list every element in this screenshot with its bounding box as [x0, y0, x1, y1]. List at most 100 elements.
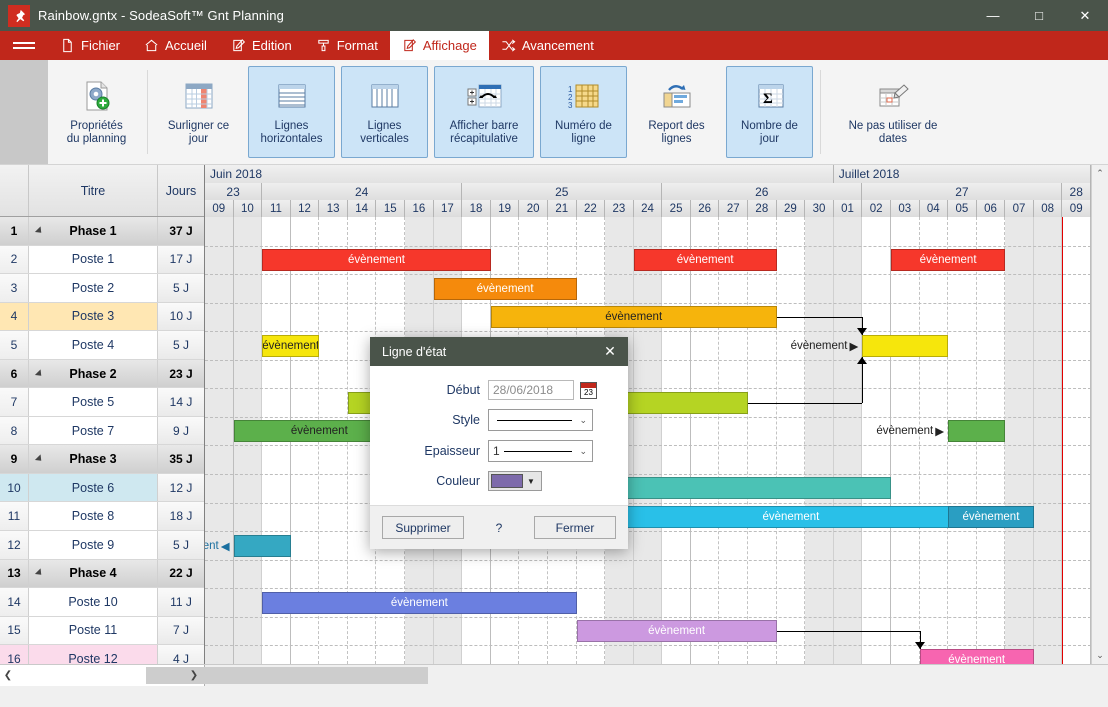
row-title[interactable]: Phase 1: [29, 217, 158, 245]
gantt-bar[interactable]: évènement: [262, 334, 320, 357]
ribbon-left-strip: [0, 60, 48, 164]
row-days: 23 J: [158, 359, 204, 388]
tab-format[interactable]: Format: [304, 31, 390, 60]
table-row[interactable]: 1 Phase 1 37 J: [0, 217, 204, 246]
row-number: 10: [0, 473, 29, 502]
table-row[interactable]: 6 Phase 2 23 J: [0, 359, 204, 389]
tab-affichage[interactable]: Affichage: [389, 31, 489, 60]
grid-header-jours[interactable]: Jours: [158, 165, 204, 216]
tab-avancement[interactable]: Avancement: [489, 31, 606, 60]
table-row[interactable]: 7 Poste 5 14 J: [0, 388, 204, 417]
gantt-bar[interactable]: évènement: [633, 249, 777, 272]
row-title[interactable]: Poste 3: [29, 302, 158, 331]
minimize-button[interactable]: —: [970, 0, 1016, 31]
tab-edition[interactable]: Edition: [219, 31, 304, 60]
button-lignes-verticales[interactable]: Lignes verticales: [341, 66, 428, 158]
table-row[interactable]: 5 Poste 4 5 J: [0, 331, 204, 360]
gantt-bar[interactable]: évènement: [890, 249, 1006, 272]
row-title[interactable]: Phase 3: [29, 445, 158, 473]
scroll-left-icon[interactable]: ❮: [0, 670, 16, 681]
tab-accueil[interactable]: Accueil: [132, 31, 219, 60]
gantt-bar[interactable]: [605, 477, 891, 500]
scroll-up-icon[interactable]: ⌃: [1092, 165, 1108, 182]
gantt-bar[interactable]: [862, 334, 949, 357]
gantt-bar[interactable]: évènement: [262, 249, 491, 272]
menu-icon[interactable]: [0, 31, 48, 60]
chevron-down-icon[interactable]: ▼: [527, 477, 535, 486]
table-row[interactable]: 10 Poste 6 12 J: [0, 473, 204, 503]
timeline-day: 10: [233, 200, 263, 217]
table-row[interactable]: 12 Poste 9 5 J: [0, 531, 204, 560]
table-row[interactable]: 14 Poste 10 11 J: [0, 588, 204, 617]
gantt-chart[interactable]: Juin 2018 Juillet 2018 23 24 25 26 27 28 09 10 11 1…: [205, 165, 1091, 664]
table-row[interactable]: 4 Poste 3 10 J: [0, 302, 204, 332]
gantt-bar[interactable]: évènement: [262, 591, 577, 614]
epaisseur-select[interactable]: 1 ⌄: [488, 440, 593, 462]
close-icon[interactable]: ✕: [592, 337, 628, 366]
button-afficher-barre-recapitulative[interactable]: Afficher barre récapitulative: [434, 66, 534, 158]
button-numero-de-ligne[interactable]: 1 2 3 Numéro de ligne: [540, 66, 627, 158]
collapse-twisty-icon[interactable]: [34, 226, 45, 236]
gantt-body[interactable]: évènement évènement évènement évènement évèn…: [205, 217, 1091, 664]
couleur-picker[interactable]: ▼: [488, 471, 542, 491]
table-row[interactable]: 13 Phase 4 22 J: [0, 559, 204, 589]
button-lignes-horizontales[interactable]: Lignes horizontales: [248, 66, 335, 158]
table-row[interactable]: 2 Poste 1 17 J: [0, 245, 204, 275]
collapse-twisty-icon[interactable]: [34, 368, 45, 379]
collapse-twisty-icon[interactable]: [34, 568, 45, 578]
row-title[interactable]: Poste 12: [29, 645, 158, 664]
row-title[interactable]: Poste 4: [29, 331, 158, 359]
gantt-bar[interactable]: évènement: [919, 648, 1034, 664]
collapse-twisty-icon[interactable]: [34, 454, 45, 464]
grid-horizontal-scrollbar[interactable]: ❮ ❯: [0, 665, 428, 686]
row-title[interactable]: Poste 2: [29, 274, 158, 302]
table-row[interactable]: 15 Poste 11 7 J: [0, 616, 204, 646]
gantt-bar[interactable]: évènement: [948, 506, 1034, 528]
button-label-line2: ligne: [571, 133, 596, 145]
fermer-button[interactable]: Fermer: [534, 516, 616, 539]
gantt-bar[interactable]: évènement: [433, 277, 577, 300]
row-title[interactable]: Poste 10: [29, 588, 158, 616]
debut-input[interactable]: 28/06/2018: [488, 380, 574, 400]
grid-header-titre[interactable]: Titre: [29, 165, 158, 216]
row-title[interactable]: Poste 5: [29, 388, 158, 416]
row-title[interactable]: Poste 9: [29, 531, 158, 559]
row-title[interactable]: Poste 6: [29, 473, 158, 502]
row-title[interactable]: Phase 2: [29, 359, 158, 388]
button-proprietes-du-planning[interactable]: Propriétés du planning: [53, 66, 140, 158]
button-ne-pas-utiliser-de-dates[interactable]: Ne pas utiliser de dates: [828, 66, 958, 158]
gantt-bar[interactable]: évènement: [605, 506, 977, 528]
gantt-vertical-scrollbar[interactable]: ⌃ ⌄: [1091, 165, 1108, 664]
row-title[interactable]: Poste 8: [29, 502, 158, 531]
timeline-week-label: 24: [355, 184, 369, 199]
calendar-icon[interactable]: 23: [580, 381, 597, 399]
table-row[interactable]: 8 Poste 7 9 J: [0, 416, 204, 446]
close-button[interactable]: ✕: [1062, 0, 1108, 31]
supprimer-button[interactable]: Supprimer: [382, 516, 464, 539]
tab-fichier[interactable]: Fichier: [48, 31, 132, 60]
grid-header-rownum: [0, 165, 29, 216]
gantt-bar[interactable]: évènement: [490, 306, 777, 329]
maximize-button[interactable]: □: [1016, 0, 1062, 31]
row-title[interactable]: Phase 4: [29, 559, 158, 588]
row-title[interactable]: Poste 7: [29, 416, 158, 445]
table-row[interactable]: 3 Poste 2 5 J: [0, 274, 204, 303]
style-select[interactable]: ⌄: [488, 409, 593, 431]
gantt-bar[interactable]: [948, 420, 1006, 443]
row-title[interactable]: Poste 11: [29, 616, 158, 645]
gantt-bar[interactable]: [233, 534, 291, 557]
table-row[interactable]: 16 Poste 12 4 J: [0, 645, 204, 664]
scroll-down-icon[interactable]: ⌄: [1092, 647, 1108, 664]
button-surligner-ce-jour[interactable]: Surligner ce jour: [155, 66, 242, 158]
help-button[interactable]: ?: [496, 521, 503, 535]
gantt-bar[interactable]: évènement: [576, 620, 777, 643]
tab-label: Accueil: [165, 38, 207, 53]
gantt-bar-side-label-text: évènement: [876, 425, 934, 438]
scroll-right-icon[interactable]: ❯: [186, 670, 202, 681]
table-row[interactable]: 9 Phase 3 35 J: [0, 445, 204, 474]
row-title[interactable]: Poste 1: [29, 245, 158, 274]
table-row[interactable]: 11 Poste 8 18 J: [0, 502, 204, 532]
timeline-day: 18: [462, 200, 491, 217]
button-report-des-lignes[interactable]: Report des lignes: [633, 66, 720, 158]
button-nombre-de-jour[interactable]: Σ Nombre de jour: [726, 66, 813, 158]
